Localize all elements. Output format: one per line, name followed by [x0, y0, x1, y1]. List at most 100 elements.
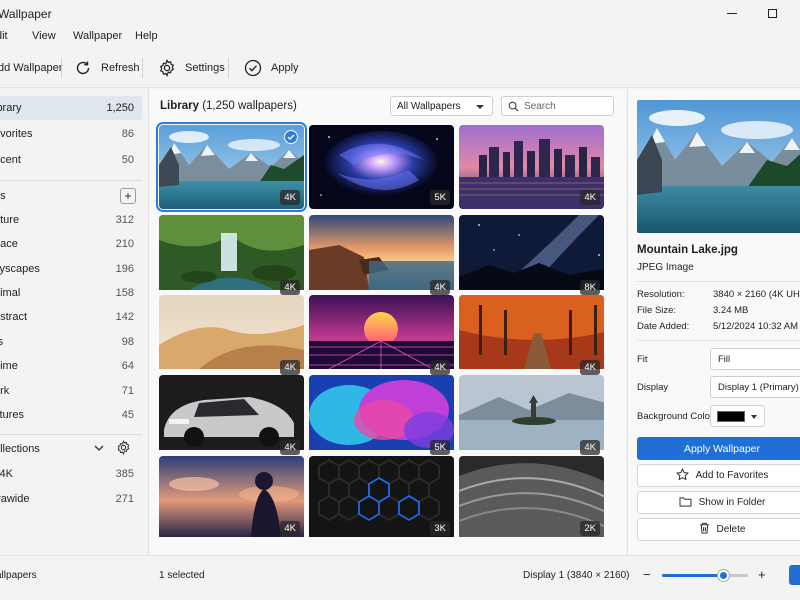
sidebar-item-library[interactable]: ibrary 1,250	[0, 96, 142, 120]
sidebar-item-all-4k[interactable]: l 4K 385	[0, 462, 142, 486]
sidebar-item-space[interactable]: pace 210	[0, 232, 142, 256]
details-divider	[637, 281, 800, 282]
minimize-button[interactable]	[712, 0, 752, 26]
zoom-in-button[interactable]: +	[758, 567, 766, 582]
title-bar: nk Wallpaper	[0, 0, 800, 26]
color-swatch	[717, 411, 745, 422]
sidebar-item-count: 271	[115, 493, 134, 505]
refresh-icon	[73, 58, 93, 78]
sidebar-item-label: ibrary	[0, 102, 22, 114]
display-select[interactable]: Display 1 (Primary)	[710, 376, 800, 398]
sidebar-item-animal[interactable]: nimal 158	[0, 281, 142, 305]
library-panel: Library (1,250 wallpapers) All Wallpaper…	[150, 89, 626, 555]
menu-edit[interactable]: dit	[0, 30, 8, 42]
add-album-button[interactable]: +	[120, 188, 136, 204]
gear-icon[interactable]	[116, 440, 131, 458]
thumbnail-autumn-path[interactable]: 4K	[459, 295, 604, 379]
thumbnail-milky-way[interactable]: 8K	[459, 215, 604, 299]
resolution-badge: 4K	[280, 360, 300, 375]
status-display: Display 1 (3840 × 2160)	[523, 570, 630, 581]
thumbnail-sports-car[interactable]: 4K	[159, 375, 304, 459]
sidebar-item-anime[interactable]: nime 64	[0, 354, 142, 378]
date-added-value: 5/12/2024 10:32 AM	[713, 321, 799, 332]
library-title: Library (1,250 wallpapers)	[160, 100, 297, 112]
thumbnail-anime-girl-sunset[interactable]: 4K	[159, 456, 304, 540]
sidebar-item-cityscapes[interactable]: ityscapes 196	[0, 257, 142, 281]
maximize-button[interactable]	[752, 0, 792, 26]
thumbnail-desert-dunes[interactable]: 4K	[159, 295, 304, 379]
library-heading: Library	[160, 100, 199, 112]
thumbnail-coast-sunset[interactable]: 4K	[309, 215, 454, 299]
sidebar-section-label: ollections	[0, 443, 40, 455]
apply-button[interactable]: Apply	[243, 54, 299, 82]
chevron-down-icon[interactable]	[94, 443, 104, 455]
filter-dropdown[interactable]: All Wallpapers	[390, 96, 493, 116]
sidebar-item-label: nime	[0, 360, 18, 372]
sidebar-item-label: pace	[0, 238, 18, 250]
sidebar-item-ultrawide[interactable]: trawide 271	[0, 487, 142, 511]
add-wallpaper-button[interactable]: dd Wallpaper	[0, 54, 62, 82]
sidebar: ibrary 1,250 avorites 86 ecent 50 ns + a…	[0, 89, 149, 555]
sidebar-item-nature[interactable]: ature 312	[0, 208, 142, 232]
status-selected: 1 selected	[159, 570, 205, 581]
sidebar-item-count: 45	[121, 409, 134, 421]
background-color-picker[interactable]	[710, 405, 765, 427]
thumbnail-galaxy[interactable]: 5K	[309, 125, 454, 209]
fit-select[interactable]: Fill	[710, 348, 800, 370]
zoom-slider-handle[interactable]	[717, 570, 729, 581]
thumbnail-lake-island[interactable]: 4K	[459, 375, 604, 459]
sidebar-item-label: avorites	[0, 128, 33, 140]
sidebar-item-count: 210	[115, 238, 134, 250]
search-placeholder: Search	[524, 101, 556, 112]
thumbnail-city-skyline[interactable]: 4K	[459, 125, 604, 209]
thumbnail-wave-texture[interactable]: 2K	[459, 456, 604, 540]
search-input[interactable]: Search	[501, 96, 614, 116]
sidebar-item-count: 86	[121, 128, 134, 140]
refresh-button[interactable]: Refresh	[73, 54, 140, 82]
thumbnail-synthwave-sun[interactable]: 4K	[309, 295, 454, 379]
thumbnail-mountain-lake[interactable]: 4K	[156, 122, 307, 212]
thumbnail-color-smoke[interactable]: 5K	[309, 375, 454, 459]
resolution-badge: 5K	[430, 190, 450, 205]
menu-help[interactable]: Help	[135, 30, 158, 42]
resolution-badge: 4K	[280, 280, 300, 295]
settings-button[interactable]: Settings	[157, 54, 225, 82]
filter-value: All Wallpapers	[397, 101, 461, 112]
sidebar-item-count: 385	[115, 468, 134, 480]
menu-view[interactable]: View	[32, 30, 56, 42]
resolution-badge: 4K	[580, 440, 600, 455]
zoom-slider[interactable]	[662, 570, 748, 581]
sidebar-section-label: ns	[0, 190, 6, 202]
zoom-slider-fill	[662, 574, 724, 577]
add-to-favorites-button[interactable]: Add to Favorites	[637, 464, 800, 487]
resolution-badge: 4K	[580, 360, 600, 375]
resolution-value: 3840 × 2160 (4K UHD)	[713, 289, 800, 300]
sidebar-item-count: 1,250	[106, 102, 134, 114]
sidebar-item-label: bstract	[0, 311, 28, 323]
sidebar-item-count: 98	[121, 336, 134, 348]
filesize-value: 3.24 MB	[713, 305, 749, 316]
grid-view-button[interactable]	[789, 565, 800, 585]
sidebar-item-cars[interactable]: rs 98	[0, 330, 142, 354]
sidebar-item-textures[interactable]: xtures 45	[0, 403, 142, 427]
status-bar: allpapers 1 selected Display 1 (3840 × 2…	[0, 555, 800, 600]
thumbnail-hex-dark[interactable]: 3K	[309, 456, 454, 540]
sidebar-item-label: xtures	[0, 409, 24, 421]
sidebar-item-dark[interactable]: ark 71	[0, 379, 142, 403]
gear-icon	[157, 58, 177, 78]
fit-label: Fit	[637, 354, 648, 365]
sidebar-item-abstract[interactable]: bstract 142	[0, 305, 142, 329]
menu-wallpaper[interactable]: Wallpaper	[73, 30, 122, 42]
zoom-out-button[interactable]: −	[643, 567, 651, 582]
sidebar-item-label: ecent	[0, 154, 21, 166]
sidebar-item-recent[interactable]: ecent 50	[0, 148, 142, 172]
thumbnail-forest-waterfall[interactable]: 4K	[159, 215, 304, 299]
delete-button[interactable]: Delete	[637, 518, 800, 541]
resolution-badge: 4K	[280, 190, 300, 205]
library-count: (1,250 wallpapers)	[202, 100, 297, 112]
apply-wallpaper-button[interactable]: Apply Wallpaper	[637, 437, 800, 460]
sidebar-item-count: 64	[121, 360, 134, 372]
show-in-folder-button[interactable]: Show in Folder	[637, 491, 800, 514]
add-to-favorites-label: Add to Favorites	[695, 470, 769, 481]
sidebar-item-favorites[interactable]: avorites 86	[0, 122, 142, 146]
